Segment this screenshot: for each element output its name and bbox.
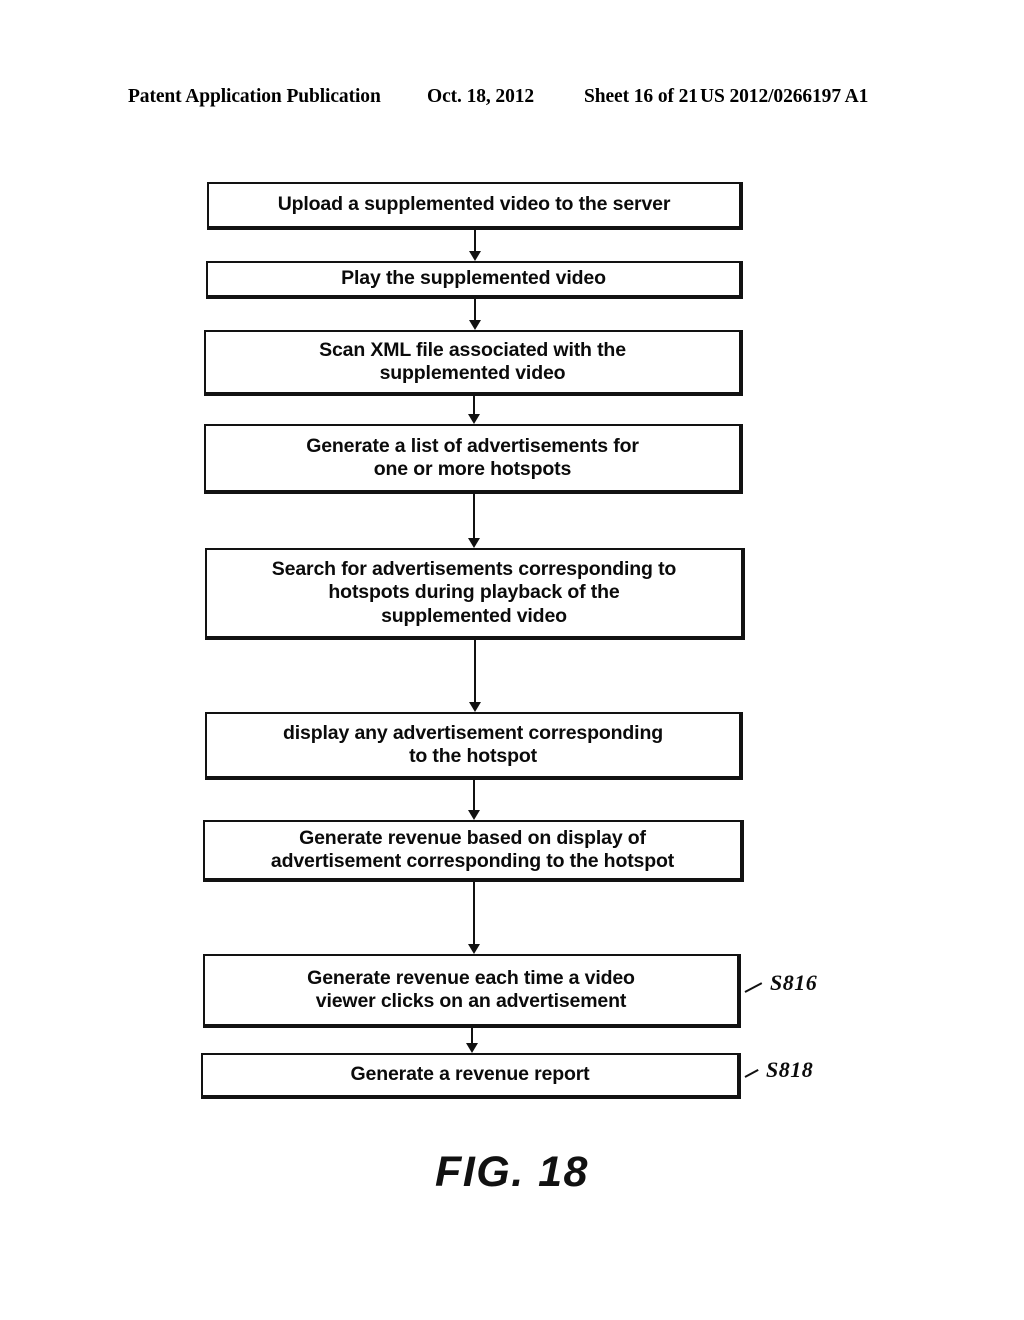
flowchart-node-label: display any advertisement corresponding … (283, 721, 663, 767)
flowchart-arrowhead-icon (468, 538, 480, 548)
flowchart-arrowhead-icon (468, 944, 480, 954)
flowchart-node-label: Generate a list of advertisements for on… (306, 434, 639, 480)
flowchart-node-label: Upload a supplemented video to the serve… (277, 193, 671, 216)
flowchart-node: Generate revenue each time a video viewe… (203, 954, 741, 1028)
flowchart-node: Generate revenue based on display of adv… (203, 820, 744, 882)
flowchart-connector (473, 780, 475, 814)
reference-leader-line (744, 982, 763, 993)
flowchart-connector (473, 494, 475, 542)
reference-numeral-label: S816 (770, 970, 818, 995)
flowchart: Upload a supplemented video to the serve… (0, 0, 1024, 1320)
figure-caption: FIG. 18 (435, 1148, 589, 1196)
flowchart-arrowhead-icon (466, 1043, 478, 1053)
reference-leader-line (744, 1069, 759, 1078)
flowchart-node: Search for advertisements corresponding … (205, 548, 745, 640)
flowchart-arrowhead-icon (468, 810, 480, 820)
flowchart-node-label: Generate revenue based on display of adv… (270, 826, 675, 872)
flowchart-node: Play the supplemented video (206, 261, 743, 299)
flowchart-connector (474, 640, 476, 706)
flowchart-node-label: Play the supplemented video (341, 267, 606, 290)
flowchart-node: display any advertisement corresponding … (205, 712, 743, 780)
reference-numeral-label: S818 (766, 1057, 814, 1082)
flowchart-node-label: Scan XML file associated with the supple… (319, 338, 626, 384)
flowchart-node: Generate a list of advertisements for on… (204, 424, 743, 494)
flowchart-node-label: Search for advertisements corresponding … (271, 557, 677, 627)
flowchart-arrowhead-icon (469, 702, 481, 712)
flowchart-arrowhead-icon (469, 251, 481, 261)
flowchart-node: Scan XML file associated with the supple… (204, 330, 743, 396)
flowchart-node-label: Generate revenue each time a video viewe… (307, 966, 635, 1012)
flowchart-arrowhead-icon (468, 414, 480, 424)
flowchart-node: Upload a supplemented video to the serve… (207, 182, 743, 230)
flowchart-connector (473, 882, 475, 948)
flowchart-arrowhead-icon (469, 320, 481, 330)
flowchart-node-label: Generate a revenue report (350, 1063, 590, 1086)
flowchart-node: Generate a revenue report (201, 1053, 741, 1099)
